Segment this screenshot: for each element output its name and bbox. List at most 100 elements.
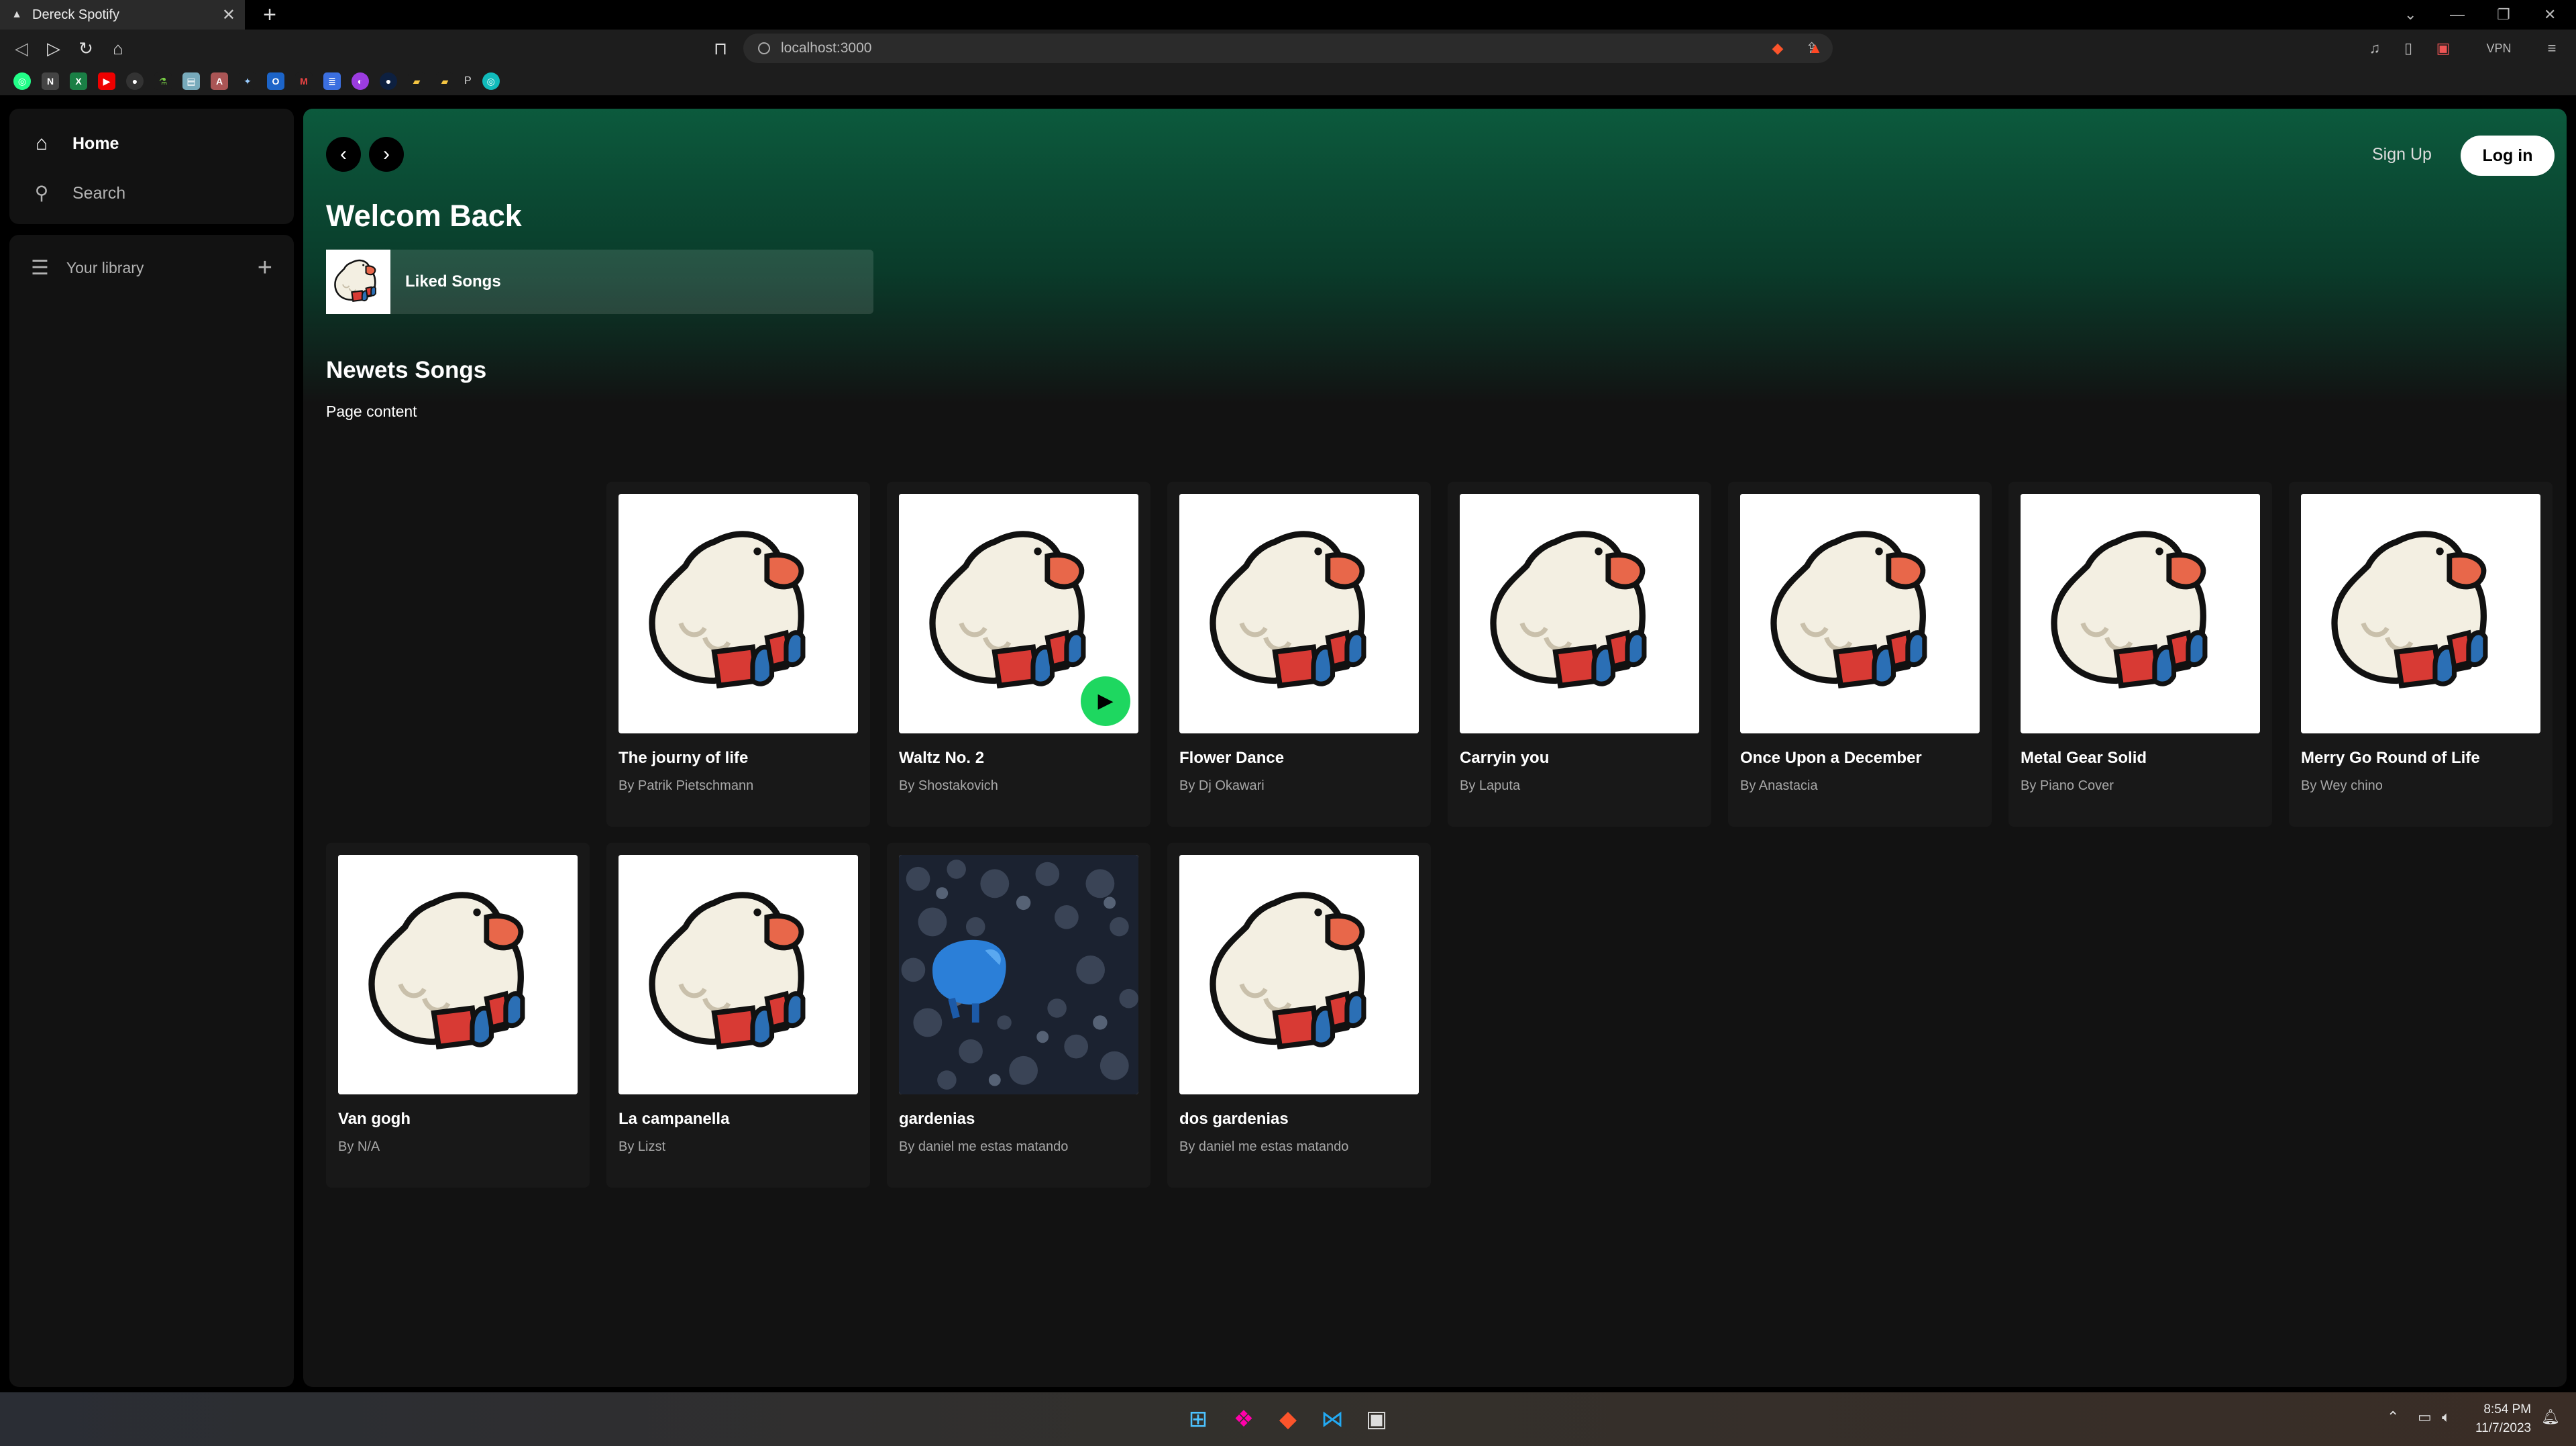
wallet-icon[interactable]: ▣ — [2432, 38, 2454, 59]
browser-tab-bar: ▲ Dereck Spotify ✕ + ⌄ — ❐ ✕ — [0, 0, 2576, 30]
song-card[interactable]: Metal Gear Solid By Piano Cover — [2008, 482, 2272, 827]
bookmark-gmail-icon[interactable]: M — [295, 72, 313, 90]
song-title: Once Upon a December — [1740, 749, 1922, 767]
album-art-duck-image — [1460, 494, 1699, 733]
play-icon: ▶ — [1097, 690, 1114, 712]
bookmark-excel-icon[interactable]: X — [70, 72, 87, 90]
app-favicon-icon: ▲ — [11, 9, 22, 20]
album-art-duck-image — [2301, 494, 2540, 733]
album-art-duck-image — [619, 855, 858, 1094]
brave-rewards-icon[interactable]: ▲ — [1805, 38, 1826, 59]
windows-start-icon[interactable]: ⊞ — [1183, 1404, 1213, 1434]
bookmark-chat-icon[interactable]: ◎ — [482, 72, 500, 90]
album-art-duck-image — [2021, 494, 2260, 733]
bookmark-circle-icon[interactable]: ● — [380, 72, 397, 90]
clock-date: 11/7/2023 — [2475, 1421, 2532, 1435]
bookmark-folder-p-label[interactable]: P — [464, 75, 472, 87]
url-text: localhost:3000 — [781, 40, 872, 56]
bookmark-anthropic-icon[interactable]: A — [211, 72, 228, 90]
bookmark-docs-icon[interactable]: ≣ — [323, 72, 341, 90]
back-icon[interactable]: ◁ — [9, 36, 34, 60]
home-page-icon[interactable]: ⌂ — [106, 36, 130, 60]
notification-bell-icon[interactable]: 🔔︎ — [2541, 1408, 2560, 1426]
bookmark-star-icon[interactable]: ✦ — [239, 72, 256, 90]
window-close-icon[interactable]: ✕ — [2544, 0, 2556, 30]
song-card[interactable]: Merry Go Round of Life By Wey chino — [2289, 482, 2553, 827]
chevron-left-icon: ‹ — [340, 143, 347, 165]
song-card[interactable]: dos gardenias By daniel me estas matando — [1167, 843, 1431, 1188]
album-art-duck-image — [1179, 494, 1419, 733]
song-title: Carryin you — [1460, 749, 1550, 767]
volume-icon[interactable]: 🔈︎ — [2442, 1408, 2451, 1426]
reload-icon[interactable]: ↻ — [74, 36, 98, 60]
sidebar-item-label: Search — [72, 183, 126, 203]
song-card[interactable]: Flower Dance By Dj Okawari — [1167, 482, 1431, 827]
forward-icon[interactable]: ▷ — [42, 36, 66, 60]
network-icon[interactable]: ▭ — [2418, 1408, 2432, 1426]
bookmark-github-icon[interactable]: ● — [126, 72, 144, 90]
song-title: The journy of life — [619, 749, 749, 767]
bookmark-flask-icon[interactable]: ⚗ — [154, 72, 172, 90]
restore-icon[interactable]: ❐ — [2497, 0, 2510, 30]
system-clock[interactable]: 8:54 PM 11/7/2023 — [2475, 1400, 2531, 1438]
sidebar-toggle-icon[interactable]: ▯ — [2398, 38, 2419, 59]
address-bar[interactable]: localhost:3000 ⇪ — [743, 34, 1833, 63]
signup-button[interactable]: Sign Up — [2372, 145, 2432, 164]
brave-taskbar-icon[interactable]: ◆ — [1273, 1404, 1303, 1434]
os-taskbar: ⊞ ❖ ◆ ⋈ ▣ ⌃ ▭ 🔈︎ 8:54 PM 11/7/2023 🔔︎ — [0, 1392, 2576, 1446]
song-card[interactable]: The journy of life By Patrik Pietschmann — [606, 482, 870, 827]
brave-shields-icon[interactable]: ◆ — [1767, 38, 1788, 59]
back-arrow-button[interactable]: ‹ — [326, 137, 361, 172]
minimize-icon[interactable]: — — [2450, 0, 2465, 30]
tray-chevron-icon[interactable]: ⌃ — [2387, 1408, 2399, 1426]
bookmark-folder-p-icon[interactable]: ▰ — [436, 72, 453, 90]
song-author: By daniel me estas matando — [1179, 1139, 1349, 1154]
add-playlist-button[interactable]: + — [258, 254, 272, 282]
tab-close-icon[interactable]: ✕ — [222, 5, 235, 25]
bookmark-icon[interactable]: ⊓ — [708, 36, 733, 60]
forward-arrow-button[interactable]: › — [369, 137, 404, 172]
app-taskbar-icon[interactable]: ▣ — [1362, 1404, 1391, 1434]
bookmark-twitch-icon[interactable]: ◐ — [352, 72, 369, 90]
bookmark-outlook-icon[interactable]: O — [267, 72, 284, 90]
login-button[interactable]: Log in — [2461, 136, 2555, 176]
song-card[interactable]: La campanella By Lizst — [606, 843, 870, 1188]
new-tab-button[interactable]: + — [258, 3, 282, 27]
album-art-duck-image — [619, 494, 858, 733]
library-header[interactable]: ☰ Your library + — [31, 254, 272, 282]
main-content: ‹ › Sign Up Log in Welcom Back Liked Son… — [303, 109, 2567, 1387]
sidebar-item-search[interactable]: ⚲ Search — [31, 177, 272, 209]
sidebar-item-home[interactable]: ⌂ Home — [31, 127, 272, 160]
song-card[interactable]: gardenias By daniel me estas matando — [887, 843, 1150, 1188]
bookmark-notion-icon[interactable]: N — [42, 72, 59, 90]
play-button[interactable]: ▶ — [1081, 676, 1130, 726]
song-title: dos gardenias — [1179, 1110, 1289, 1128]
liked-songs-item[interactable]: Liked Songs — [326, 250, 873, 314]
vscode-icon[interactable]: ⋈ — [1318, 1404, 1347, 1434]
bookmark-app-icon[interactable]: ▤ — [182, 72, 200, 90]
song-card[interactable]: Once Upon a December By Anastacia — [1728, 482, 1992, 827]
site-info-icon[interactable] — [758, 42, 770, 54]
sidebar-nav: ⌂ Home ⚲ Search — [9, 109, 294, 224]
browser-tab[interactable]: ▲ Dereck Spotify ✕ — [0, 0, 245, 30]
song-title: Merry Go Round of Life — [2301, 749, 2480, 767]
menu-icon[interactable]: ≡ — [2541, 38, 2563, 59]
song-card[interactable]: Van gogh By N/A — [326, 843, 590, 1188]
bookmark-youtube-icon[interactable]: ▶ — [98, 72, 115, 90]
vpn-label: VPN — [2486, 42, 2512, 55]
song-author: By Dj Okawari — [1179, 778, 1265, 793]
song-card[interactable]: ▶ Waltz No. 2 By Shostakovich — [887, 482, 1150, 827]
song-author: By Lizst — [619, 1139, 666, 1154]
bookmark-folder-icon[interactable]: ▰ — [408, 72, 425, 90]
bookmark-chatgpt-icon[interactable]: ◎ — [13, 72, 31, 90]
home-icon: ⌂ — [35, 132, 48, 154]
vpn-button[interactable]: VPN — [2475, 38, 2522, 59]
media-icon[interactable]: ♫ — [2364, 38, 2385, 59]
page-title: Welcom Back — [326, 199, 522, 233]
song-card[interactable]: Carryin you By Laputa — [1448, 482, 1711, 827]
copilot-icon[interactable]: ❖ — [1229, 1404, 1258, 1434]
tab-search-chevron-icon[interactable]: ⌄ — [2404, 0, 2416, 30]
song-author: By Laputa — [1460, 778, 1521, 793]
song-title: Metal Gear Solid — [2021, 749, 2147, 767]
song-author: By Wey chino — [2301, 778, 2383, 793]
